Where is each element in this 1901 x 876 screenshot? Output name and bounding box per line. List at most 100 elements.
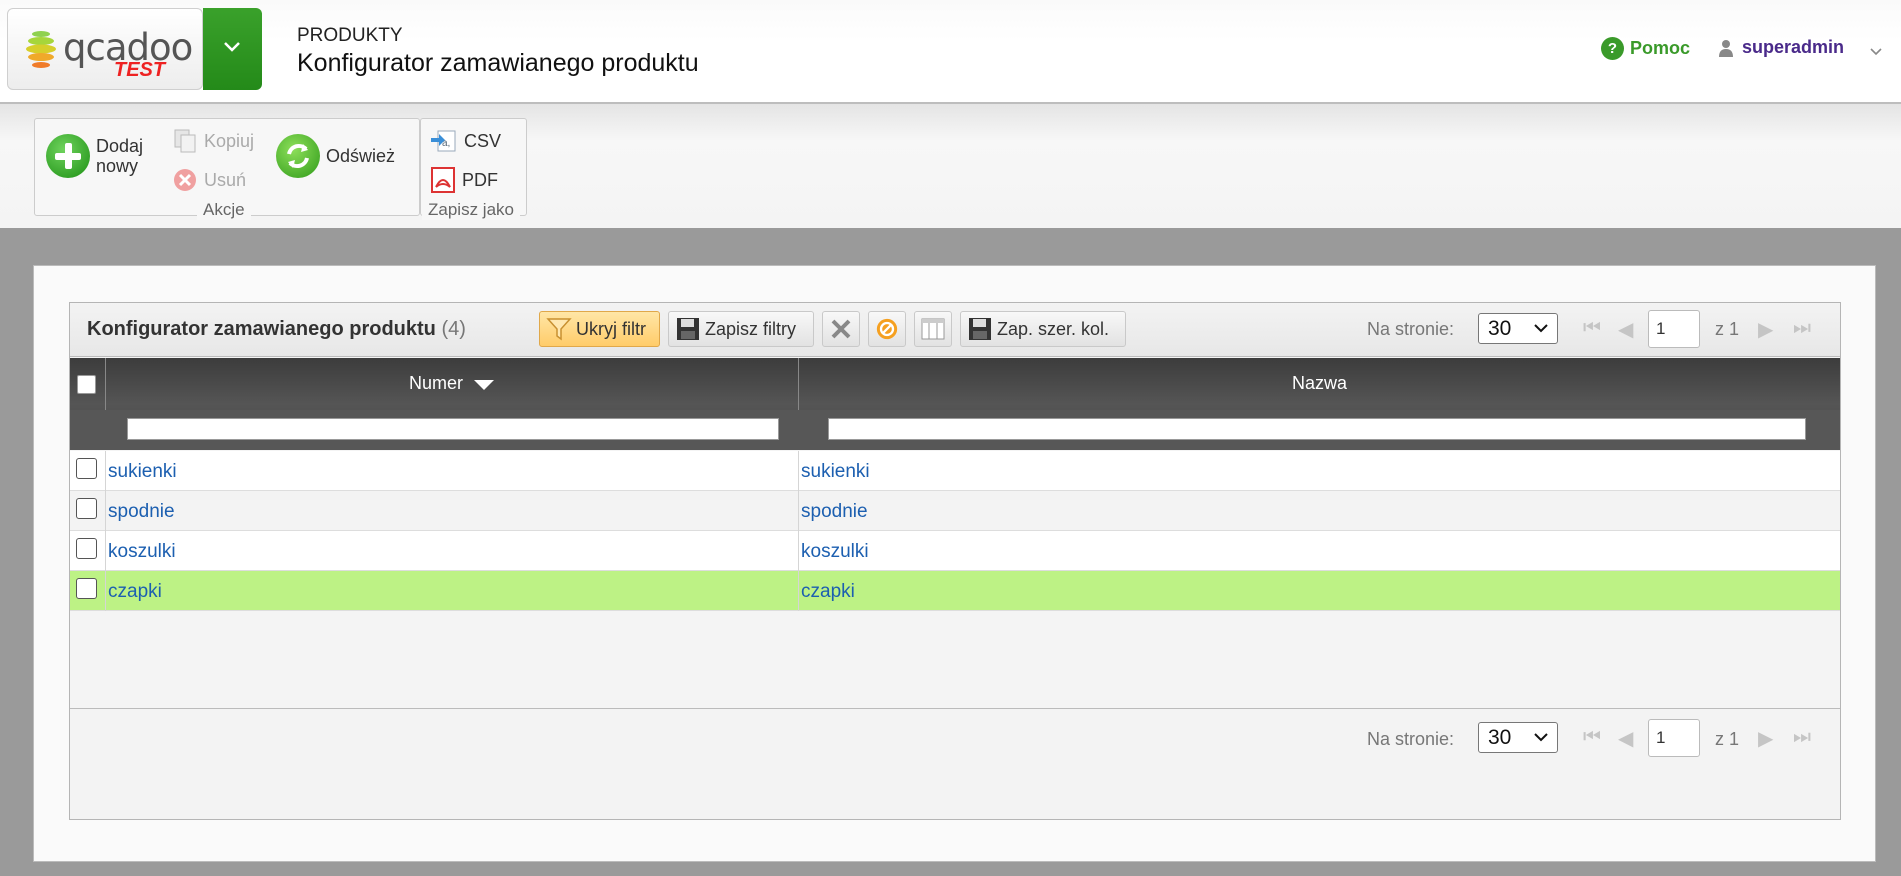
page-number-input[interactable]: 1 [1648,310,1700,348]
first-page-icon[interactable]: ⏮ [1583,317,1601,340]
next-page-icon[interactable]: ▶ [1758,726,1773,751]
close-icon [831,319,851,339]
cell-name[interactable]: sukienki [801,461,870,483]
save-disk-icon [677,318,699,340]
export-pdf-button[interactable]: PDF [430,167,498,193]
per-page-value: 30 [1488,316,1512,340]
chevron-down-icon [1533,318,1549,341]
ribbon-group-export-label: Zapisz jako [422,200,520,220]
columns-button[interactable] [914,311,952,347]
copy-button[interactable]: Kopiuj [172,128,254,154]
save-disk-icon [969,318,991,340]
table-row[interactable]: spodnie spodnie [70,491,1840,531]
cell-number[interactable]: sukienki [108,461,177,483]
cell-name[interactable]: spodnie [801,501,868,523]
pdf-icon [431,167,455,193]
grid-record-count: (4) [441,318,466,340]
main-menu-button[interactable] [203,8,262,90]
ribbon-toolbar: Akcje Dodaj nowy Kopiuj Usuń Odśwież Zap… [0,104,1901,228]
first-page-icon[interactable]: ⏮ [1583,726,1601,749]
row-checkbox[interactable] [76,458,97,479]
page-title: Konfigurator zamawianego produktu [297,49,699,77]
table-row[interactable]: sukienki sukienki [70,451,1840,491]
save-column-width-label: Zap. szer. kol. [997,318,1110,339]
clear-filters-button[interactable] [822,311,860,347]
row-checkbox[interactable] [76,538,97,559]
per-page-select[interactable]: 30 [1478,313,1558,344]
page-number-input[interactable]: 1 [1648,719,1700,757]
reset-button[interactable] [868,311,906,347]
filter-name-input[interactable] [828,418,1806,440]
column-header-number-label: Numer [408,372,463,393]
cell-name[interactable]: czapki [801,581,855,603]
table-row-selected[interactable]: czapki czapki [70,571,1840,611]
logo-badge: TEST [114,59,166,81]
columns-icon [921,318,945,340]
grid-footer: Na stronie: 30 ⏮ ◀ 1 z 1 ▶ ⏭ [70,708,1840,819]
top-header: qcadoo TEST PRODUKTY Konfigurator zamawi… [0,0,1901,104]
refresh-label: Odśwież [326,145,396,166]
help-label: Pomoc [1630,38,1691,58]
no-entry-icon [876,318,898,340]
save-column-width-button[interactable]: Zap. szer. kol. [960,311,1126,347]
cell-number[interactable]: koszulki [108,541,176,563]
select-all-checkbox[interactable] [77,375,96,394]
copy-label: Kopiuj [204,130,255,151]
last-page-icon[interactable]: ⏭ [1793,726,1811,749]
hide-filter-label: Ukryj filtr [576,318,646,339]
add-new-label-1: Dodaj [96,136,144,156]
hide-filter-button[interactable]: Ukryj filtr [539,311,660,347]
chevron-down-icon [1533,727,1549,750]
cell-number[interactable]: czapki [108,581,162,603]
cell-number[interactable]: spodnie [108,501,175,523]
table-header: Numer Nazwa [70,358,1840,450]
last-page-icon[interactable]: ⏭ [1793,317,1811,340]
products-grid: Konfigurator zamawianego produktu (4) Uk… [69,302,1841,820]
breadcrumb-section: PRODUKTY [297,25,403,46]
page-total-label: z 1 [1715,729,1740,749]
per-page-value: 30 [1488,725,1512,749]
user-menu[interactable]: superadmin [1718,37,1844,58]
app-logo[interactable]: qcadoo TEST [7,8,203,90]
row-checkbox[interactable] [76,578,97,599]
delete-icon [174,169,196,191]
column-header-name[interactable]: Nazwa [799,358,1840,408]
user-name: superadmin [1742,37,1845,57]
prev-page-icon[interactable]: ◀ [1618,726,1633,751]
help-icon: ? [1601,37,1624,60]
table-empty-area [70,611,1840,708]
grid-toolbar: Konfigurator zamawianego produktu (4) Uk… [70,303,1840,357]
next-page-icon[interactable]: ▶ [1758,317,1773,342]
csv-icon: a, [431,130,456,152]
add-new-label-2: nowy [96,156,139,176]
add-new-button[interactable]: Dodaj nowy [46,134,143,178]
help-link[interactable]: ? Pomoc [1601,37,1690,60]
row-checkbox[interactable] [76,498,97,519]
csv-label: CSV [464,130,502,151]
grid-title: Konfigurator zamawianego produktu (4) [87,318,466,341]
delete-button[interactable]: Usuń [172,167,246,193]
filter-icon [546,318,572,341]
refresh-icon [276,134,320,178]
page-total-label: z 1 [1715,319,1740,339]
table-row[interactable]: koszulki koszulki [70,531,1840,571]
filter-number-input[interactable] [127,418,779,440]
cell-name[interactable]: koszulki [801,541,869,563]
prev-page-icon[interactable]: ◀ [1618,317,1633,342]
refresh-button[interactable]: Odśwież [276,134,395,178]
sort-desc-icon [474,380,494,390]
user-icon [1719,39,1733,57]
ribbon-group-actions-label: Akcje [197,200,251,220]
save-filters-button[interactable]: Zapisz filtry [668,311,814,347]
column-header-number[interactable]: Numer [106,358,798,408]
column-header-name-label: Nazwa [1291,372,1348,393]
save-filters-label: Zapisz filtry [705,318,797,339]
chevron-down-icon [224,42,240,52]
per-page-select[interactable]: 30 [1478,722,1558,753]
user-menu-chevron-icon[interactable] [1870,43,1882,61]
per-page-label: Na stronie: [1367,729,1455,749]
export-csv-button[interactable]: a, CSV [430,128,501,154]
logo-mark-icon [26,31,56,68]
delete-label: Usuń [204,169,247,190]
copy-icon [174,129,196,153]
